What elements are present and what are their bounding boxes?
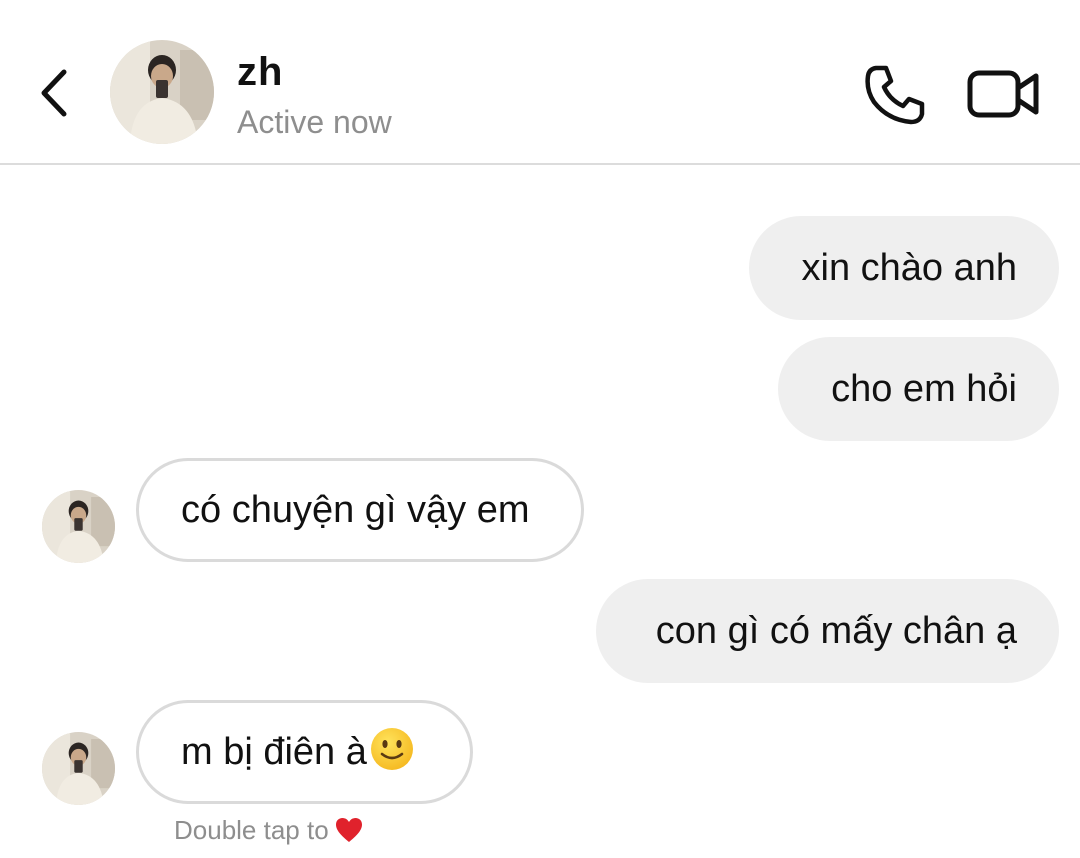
- message-text: m bị điên à: [181, 731, 367, 773]
- chevron-left-icon: [41, 69, 67, 117]
- message-text: xin chào anh: [801, 247, 1018, 289]
- avatar-photo: [42, 732, 115, 805]
- back-button[interactable]: [34, 62, 78, 122]
- slightly-smiling-face-icon: [370, 728, 413, 770]
- message-text: cho em hỏi: [831, 368, 1017, 410]
- contact-avatar[interactable]: [110, 40, 214, 144]
- incoming-message[interactable]: m bị điên à: [136, 700, 473, 804]
- active-status: Active now: [237, 104, 392, 140]
- sender-avatar[interactable]: [42, 490, 115, 563]
- outgoing-message[interactable]: con gì có mấy chân ạ: [596, 579, 1059, 683]
- message-text: con gì có mấy chân ạ: [655, 610, 1017, 652]
- avatar-photo: [42, 490, 115, 563]
- reaction-hint: Double tap to: [174, 815, 363, 846]
- video-call-button[interactable]: [966, 66, 1042, 122]
- chat-header: zh Active now: [0, 0, 1080, 165]
- heart-icon: [335, 818, 362, 842]
- sender-avatar[interactable]: [42, 732, 115, 805]
- call-button[interactable]: [862, 62, 928, 128]
- message-text: có chuyện gì vậy em: [181, 489, 530, 531]
- outgoing-message[interactable]: cho em hỏi: [778, 337, 1059, 441]
- contact-name[interactable]: zh: [237, 50, 283, 95]
- incoming-message[interactable]: có chuyện gì vậy em: [136, 458, 584, 562]
- reaction-hint-text: Double tap to: [174, 815, 329, 845]
- video-camera-icon: [967, 70, 1039, 118]
- phone-icon: [865, 65, 925, 125]
- avatar-photo: [110, 40, 214, 144]
- outgoing-message[interactable]: xin chào anh: [749, 216, 1059, 320]
